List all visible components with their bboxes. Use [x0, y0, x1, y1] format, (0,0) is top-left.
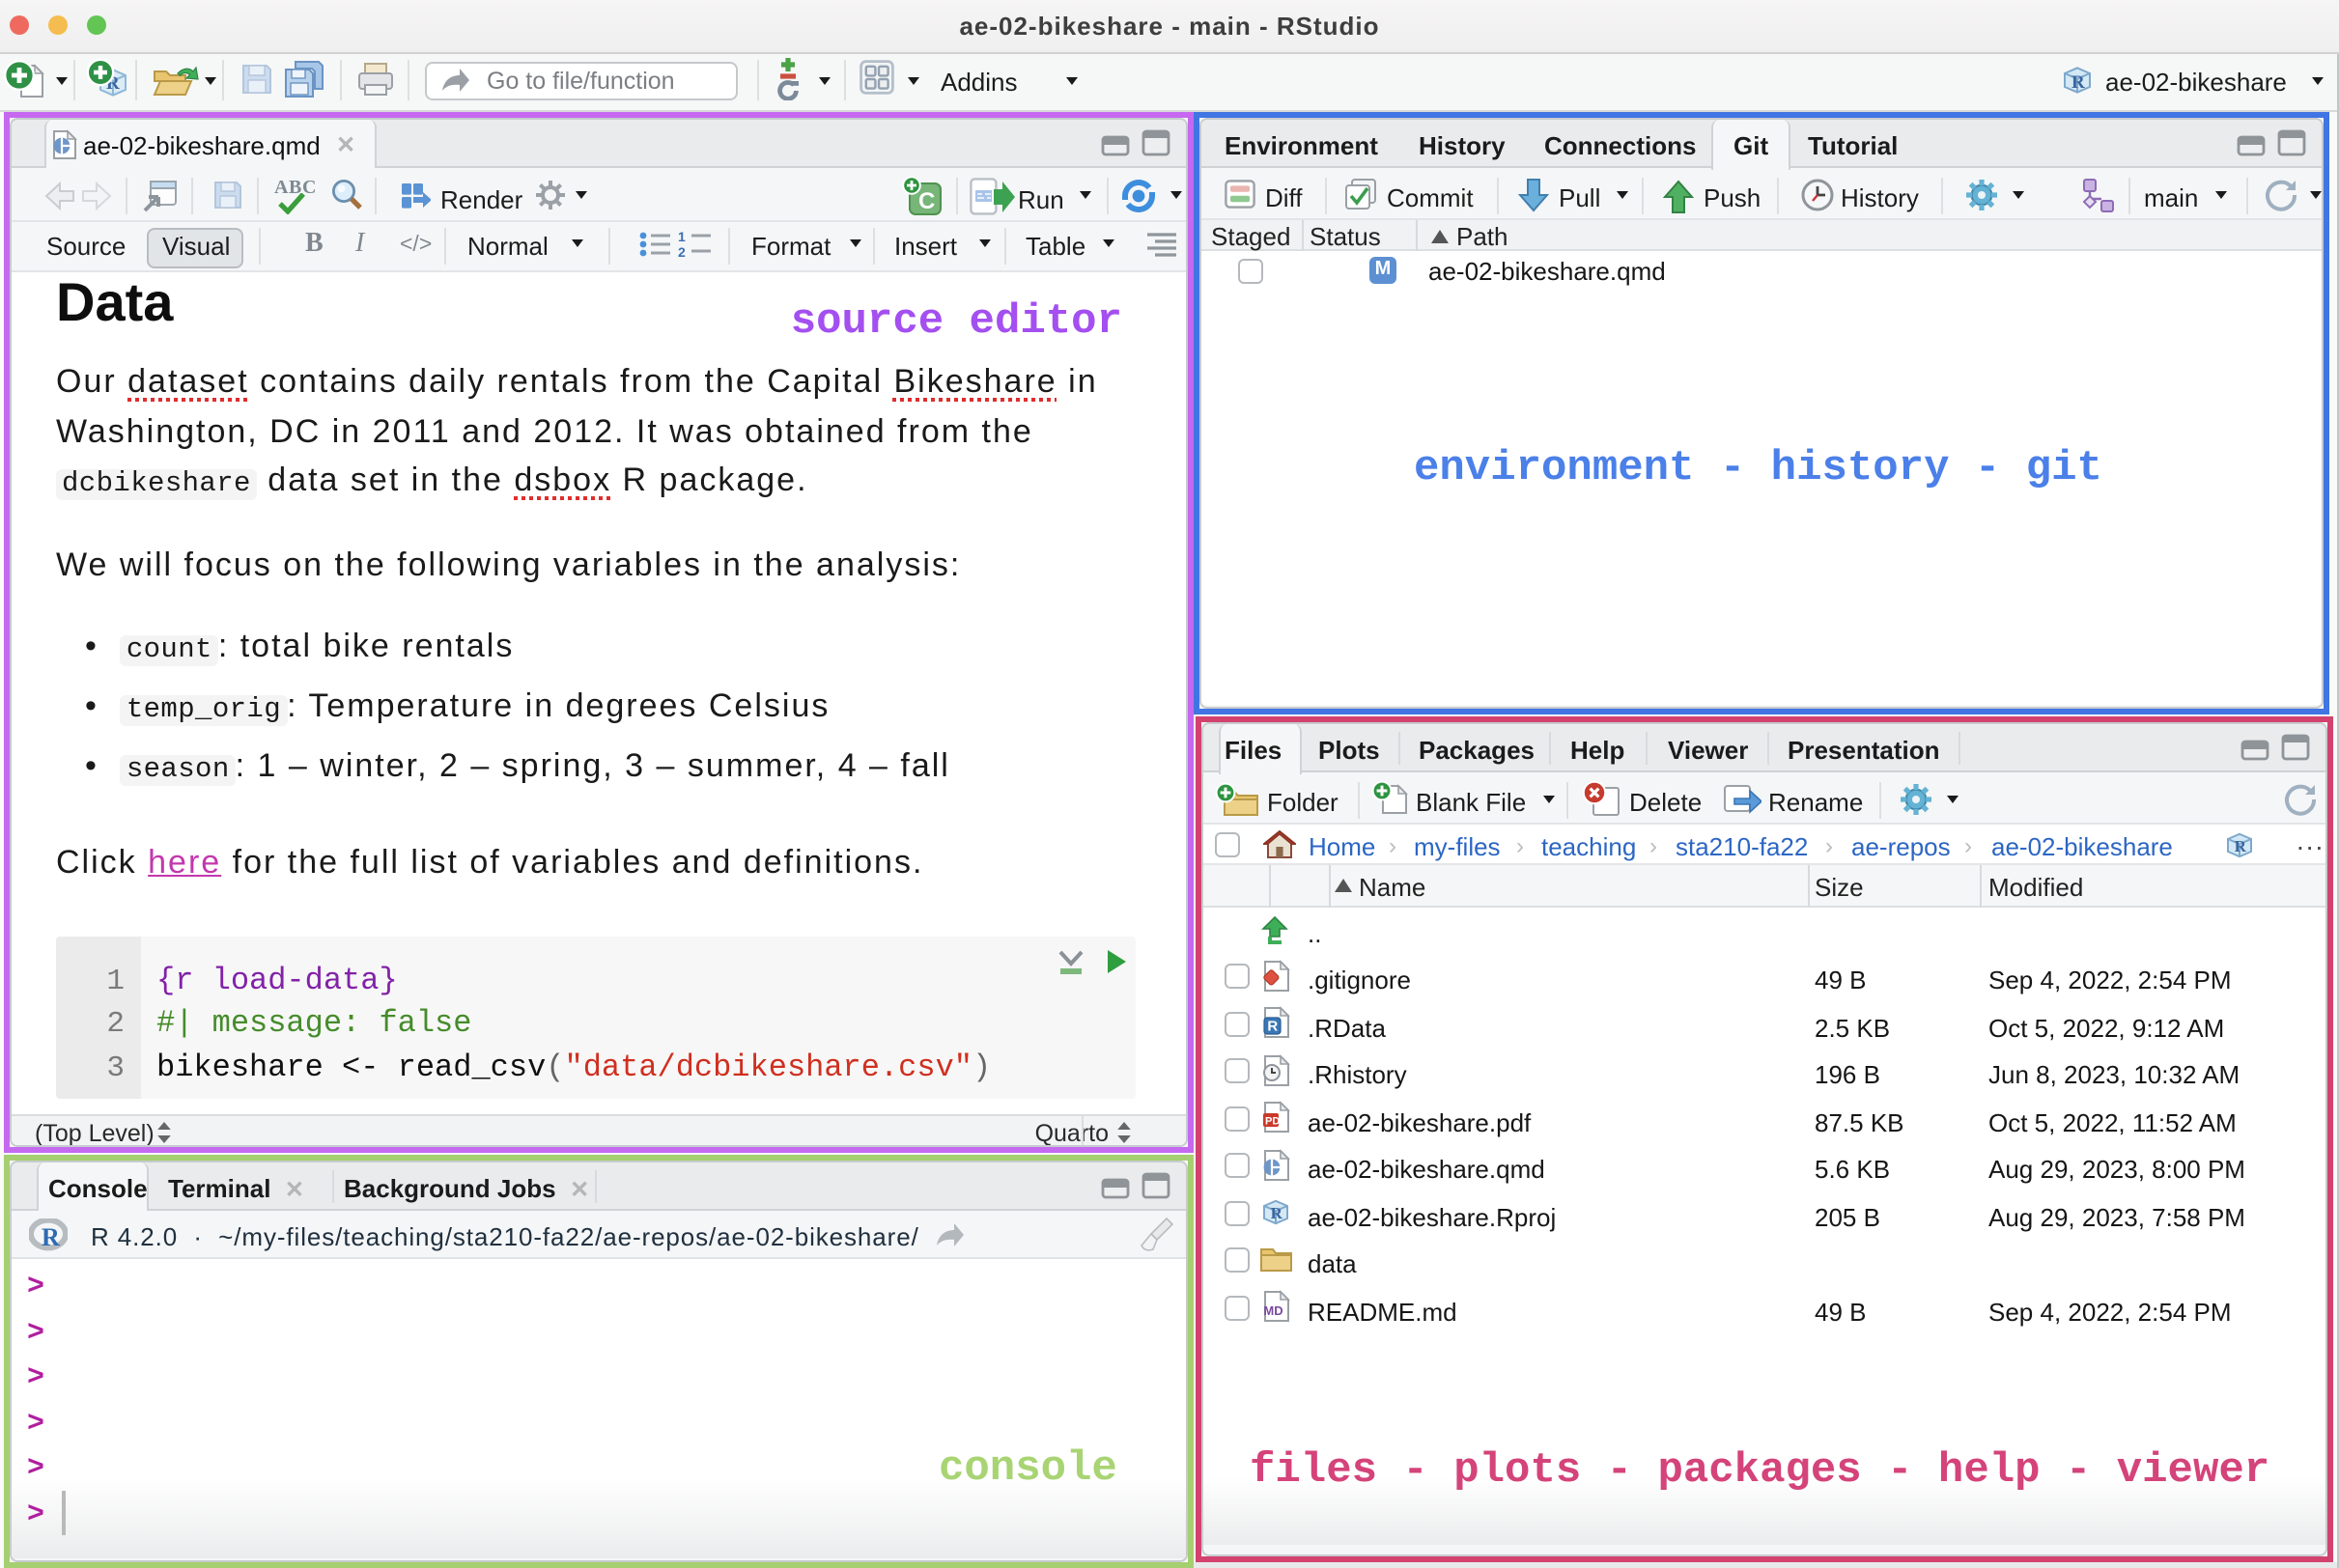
svg-text:R: R: [42, 1223, 60, 1251]
svg-text:R: R: [2071, 72, 2085, 93]
svg-text:R: R: [1267, 1019, 1278, 1035]
svg-text:MD: MD: [1263, 1303, 1282, 1318]
svg-text:R: R: [1271, 1204, 1283, 1222]
svg-text:2: 2: [678, 244, 686, 257]
svg-text:R: R: [2235, 837, 2247, 855]
svg-text:C: C: [918, 188, 935, 214]
svg-text:1: 1: [678, 230, 686, 244]
svg-text:PDF: PDF: [1265, 1115, 1286, 1127]
